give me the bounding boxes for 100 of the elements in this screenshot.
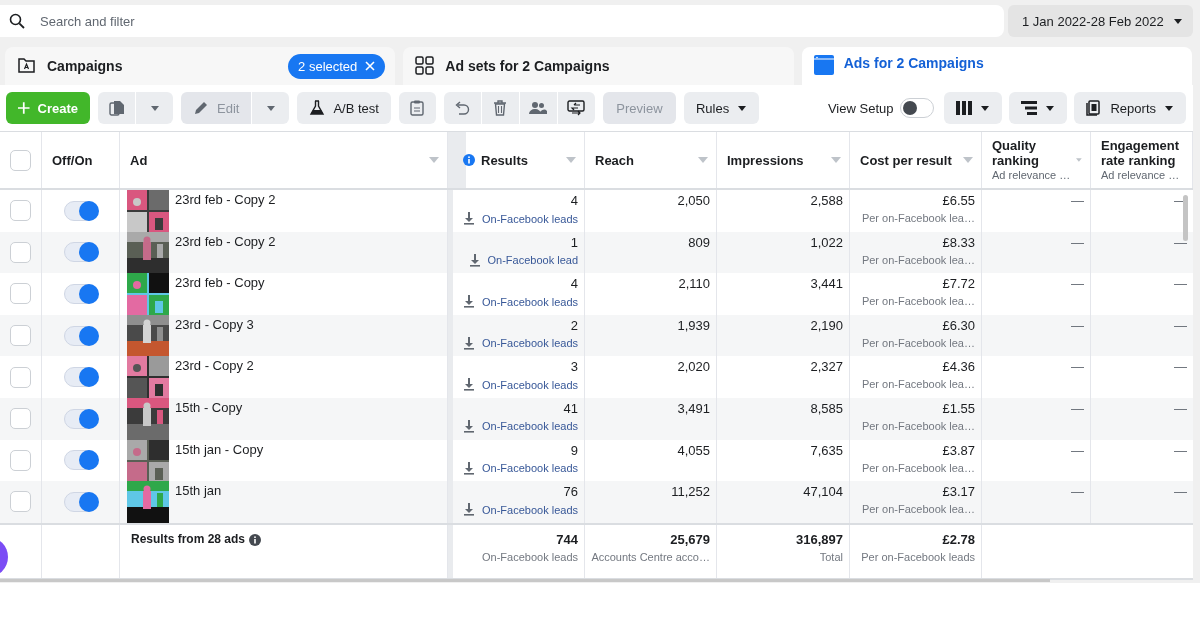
download-icon — [463, 336, 475, 350]
grid-icon — [415, 56, 436, 76]
date-range-button[interactable]: 1 Jan 2022-28 Feb 2022 — [1008, 5, 1193, 37]
cost-value: £4.36 — [942, 359, 975, 376]
results-value: 4 — [570, 276, 578, 293]
columns-button[interactable] — [944, 92, 1003, 124]
result-type-link[interactable]: On-Facebook leads — [482, 378, 578, 391]
result-type-link[interactable]: On-Facebook leads — [482, 503, 578, 516]
table-row[interactable]: 23rd - Copy 3 2 On-Facebook leads 1,939 2,190 £6.30 Per on-Facebook lea… — — — [0, 314, 1193, 357]
cost-value: £6.55 — [942, 193, 975, 209]
impressions-value: 7,635 — [810, 442, 843, 459]
view-setup-label: View Setup — [827, 100, 894, 116]
tab[interactable]: Ad sets for 2 Campaigns — [403, 47, 794, 85]
dropdown-button[interactable] — [252, 92, 290, 124]
ad-name[interactable]: 15th - Copy — [175, 397, 243, 415]
ad-name[interactable]: 23rd feb - Copy — [175, 273, 265, 291]
column-header[interactable]: Engagement rate ranking — [1101, 138, 1180, 168]
row-checkbox[interactable] — [10, 449, 31, 471]
table-row[interactable]: 23rd feb - Copy 2 1 On-Facebook lead 809 1,022 £8.33 Per on-Facebook lea… — — — [0, 231, 1193, 274]
download-icon — [463, 378, 475, 392]
horizontal-scrollbar[interactable] — [0, 579, 1050, 582]
clipboard-button[interactable] — [398, 92, 436, 124]
column-header[interactable]: Reach — [595, 152, 692, 168]
download-icon — [468, 253, 481, 267]
sort-caret-icon[interactable] — [831, 157, 841, 163]
row-checkbox[interactable] — [10, 408, 31, 430]
ad-toggle[interactable] — [63, 367, 98, 388]
cost-value: £7.72 — [942, 276, 975, 293]
result-type-link[interactable]: On-Facebook leads — [482, 295, 578, 308]
tab[interactable]: Campaigns 2 selected — [5, 47, 396, 85]
row-checkbox[interactable] — [10, 366, 31, 388]
results-value: 41 — [563, 400, 578, 417]
quality-value: — — [1071, 193, 1084, 209]
ad-name[interactable]: 15th jan - Copy — [175, 439, 264, 457]
ad-name[interactable]: 23rd - Copy 2 — [175, 356, 254, 374]
ad-toggle[interactable] — [63, 450, 98, 471]
undo-icon — [454, 101, 471, 115]
row-checkbox[interactable] — [10, 491, 31, 513]
impressions-value: 3,441 — [810, 276, 843, 293]
column-header[interactable]: Results — [481, 152, 560, 168]
rules-button[interactable]: Rules — [683, 92, 760, 124]
row-checkbox[interactable] — [10, 241, 31, 263]
row-checkbox[interactable] — [10, 200, 31, 222]
audience-button[interactable] — [519, 92, 557, 124]
result-type-link[interactable]: On-Facebook leads — [482, 420, 578, 433]
delete-button[interactable] — [481, 92, 519, 124]
reports-button[interactable]: Reports — [1074, 92, 1186, 124]
table-row[interactable]: 15th - Copy 41 On-Facebook leads 3,491 8,585 £1.55 Per on-Facebook lea… — — — [0, 397, 1193, 440]
cost-value: £6.30 — [942, 317, 975, 334]
summary-impressions-caption: Total — [819, 550, 843, 563]
folder-icon — [17, 56, 37, 76]
scrollbar[interactable] — [1183, 195, 1188, 241]
result-type-link[interactable]: On-Facebook leads — [482, 337, 578, 350]
cost-type: Per on-Facebook lea… — [861, 378, 975, 391]
undo-button[interactable] — [443, 92, 481, 124]
result-type-link[interactable]: On-Facebook lead — [487, 254, 578, 267]
share-button[interactable] — [557, 92, 595, 124]
row-checkbox[interactable] — [10, 325, 31, 347]
ad-name[interactable]: 23rd feb - Copy 2 — [175, 190, 276, 207]
ad-name[interactable]: 15th jan — [175, 481, 222, 499]
table-row[interactable]: 23rd feb - Copy 4 On-Facebook leads 2,110 3,441 £7.72 Per on-Facebook lea… — — — [0, 273, 1193, 315]
ad-name[interactable]: 23rd - Copy 3 — [175, 314, 254, 332]
sort-caret-icon[interactable] — [1076, 157, 1082, 163]
ad-toggle[interactable] — [63, 325, 98, 346]
column-subtitle: Ad relevance … — [992, 168, 1071, 182]
table-row[interactable]: 23rd - Copy 2 3 On-Facebook leads 2,020 2,327 £4.36 Per on-Facebook lea… — — — [0, 356, 1193, 398]
total-cost: £2.78 — [942, 531, 975, 548]
sort-caret-icon[interactable] — [566, 157, 576, 163]
duplicate-button[interactable] — [98, 92, 135, 124]
column-header[interactable]: Quality ranking — [992, 138, 1071, 168]
result-type-link[interactable]: On-Facebook leads — [482, 212, 578, 225]
breakdown-button[interactable] — [1009, 92, 1068, 124]
search-field[interactable]: Search and filter — [0, 5, 1004, 37]
table-row[interactable]: 15th jan 76 On-Facebook leads 11,252 47,104 £3.17 Per on-Facebook lea… — — — [0, 481, 1193, 523]
sort-caret-icon[interactable] — [963, 157, 973, 163]
cost-type: Per on-Facebook lea… — [861, 419, 975, 432]
ad-toggle[interactable] — [63, 284, 98, 304]
row-checkbox[interactable] — [10, 283, 31, 305]
view-setup-toggle[interactable] — [900, 98, 935, 118]
ad-toggle[interactable] — [63, 491, 98, 512]
pencil-icon — [193, 100, 209, 116]
ad-name[interactable]: 23rd feb - Copy 2 — [175, 231, 276, 249]
column-header[interactable]: Impressions — [727, 152, 825, 168]
tab[interactable]: Ads for 2 Campaigns — [801, 47, 1192, 85]
results-value: 1 — [570, 234, 578, 251]
sort-caret-icon[interactable] — [429, 157, 439, 163]
selection-badge[interactable]: 2 selected — [288, 53, 386, 79]
ad-toggle[interactable] — [63, 408, 98, 429]
column-header[interactable]: Cost per result — [860, 152, 957, 168]
ab-test-button[interactable]: A/B test — [297, 92, 391, 124]
column-header[interactable]: Off/On — [52, 152, 111, 168]
result-type-link[interactable]: On-Facebook leads — [482, 462, 578, 475]
select-all-checkbox[interactable] — [10, 149, 31, 171]
ad-toggle[interactable] — [63, 242, 98, 263]
ad-toggle[interactable] — [63, 200, 98, 221]
cost-type: Per on-Facebook lea… — [861, 503, 975, 516]
column-header[interactable]: Ad — [130, 152, 423, 168]
plus-icon — [18, 102, 30, 114]
caret-icon — [265, 104, 276, 112]
sort-caret-icon[interactable] — [698, 157, 708, 163]
